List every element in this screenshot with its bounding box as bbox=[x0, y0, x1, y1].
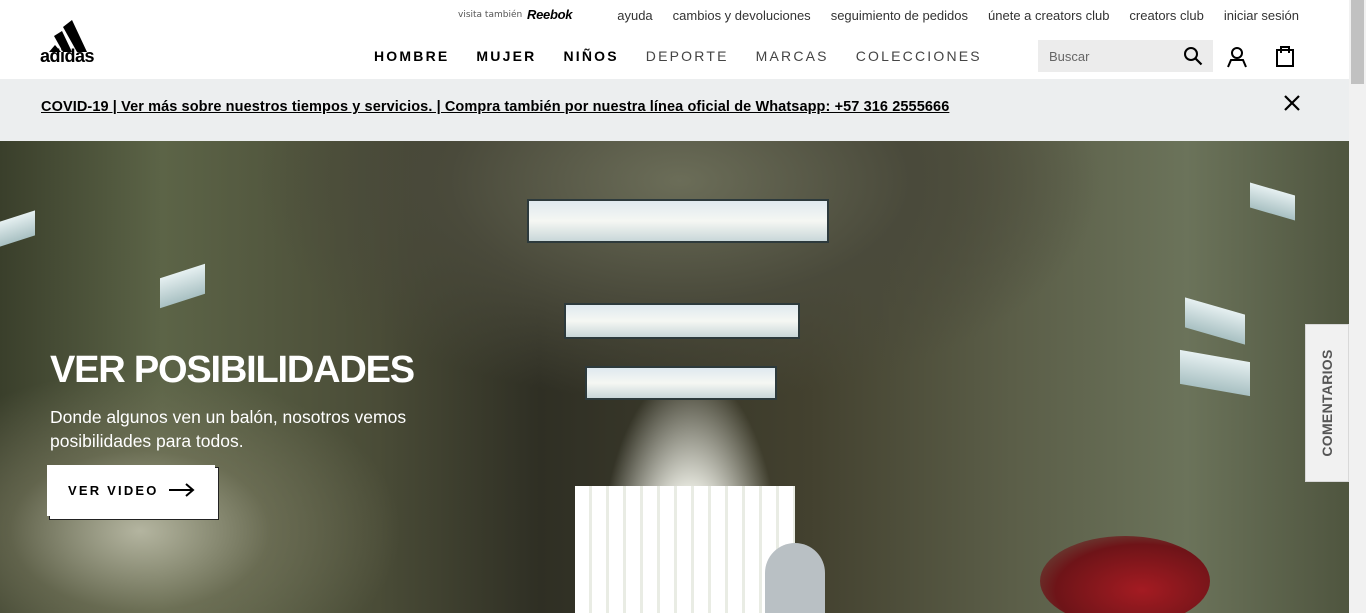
search-input[interactable] bbox=[1038, 40, 1178, 72]
logo-wordmark[interactable]: adidas bbox=[40, 46, 95, 67]
hero-subtitle: Donde algunos ven un balón, nosotros vem… bbox=[50, 407, 407, 451]
nav-hombre[interactable]: HOMBRE bbox=[374, 48, 449, 64]
close-icon[interactable] bbox=[1283, 94, 1301, 112]
hero-video[interactable]: VER POSIBILIDADES Donde algunos ven un b… bbox=[0, 141, 1349, 613]
watch-video-label: VER VIDEO bbox=[68, 483, 159, 498]
side-light bbox=[1185, 297, 1245, 345]
utility-links: ayuda cambios y devoluciones seguimiento… bbox=[617, 8, 1299, 23]
user-icon[interactable] bbox=[1226, 46, 1248, 68]
ceiling-light bbox=[527, 199, 829, 243]
reebok-link[interactable]: Reebok bbox=[527, 7, 572, 22]
nav-colecciones[interactable]: COLECCIONES bbox=[856, 48, 982, 64]
search-box bbox=[1038, 40, 1213, 72]
main-header: adidas HOMBRE MUJER NIÑOS DEPORTE MARCAS… bbox=[0, 20, 1349, 79]
shopping-bag-icon[interactable] bbox=[1275, 44, 1295, 68]
hero-blur-object bbox=[1040, 536, 1210, 613]
ceiling-light bbox=[585, 366, 777, 400]
order-tracking-link[interactable]: seguimiento de pedidos bbox=[831, 8, 968, 23]
side-light bbox=[160, 263, 205, 309]
nav-ninos[interactable]: NIÑOS bbox=[563, 48, 618, 64]
side-light bbox=[1250, 182, 1295, 221]
covid-banner: COVID-19 | Ver más sobre nuestros tiempo… bbox=[0, 79, 1349, 141]
side-light bbox=[1180, 349, 1250, 397]
visit-also-label: visita también bbox=[458, 10, 523, 20]
main-nav: HOMBRE MUJER NIÑOS DEPORTE MARCAS COLECC… bbox=[374, 48, 982, 64]
scrollbar-thumb[interactable] bbox=[1351, 0, 1364, 84]
covid-banner-link[interactable]: COVID-19 | Ver más sobre nuestros tiempo… bbox=[41, 99, 949, 115]
ceiling-light bbox=[564, 303, 800, 339]
page-scrollbar[interactable] bbox=[1349, 0, 1366, 613]
hero-figure bbox=[765, 543, 825, 613]
sign-in-link[interactable]: iniciar sesión bbox=[1224, 8, 1299, 23]
help-link[interactable]: ayuda bbox=[617, 8, 652, 23]
nav-deporte[interactable]: DEPORTE bbox=[646, 48, 729, 64]
creators-club-link[interactable]: creators club bbox=[1129, 8, 1203, 23]
search-icon[interactable] bbox=[1183, 46, 1203, 66]
nav-marcas[interactable]: MARCAS bbox=[756, 48, 829, 64]
watch-video-button[interactable]: VER VIDEO bbox=[47, 465, 215, 516]
returns-link[interactable]: cambios y devoluciones bbox=[673, 8, 811, 23]
feedback-label: COMENTARIOS bbox=[1319, 349, 1335, 457]
hero-title: VER POSIBILIDADES bbox=[50, 349, 415, 391]
utility-bar: visita también Reebok ayuda cambios y de… bbox=[0, 0, 1349, 32]
feedback-tab[interactable]: COMENTARIOS bbox=[1305, 324, 1349, 482]
arrow-right-icon bbox=[169, 483, 195, 497]
join-creators-club-link[interactable]: únete a creators club bbox=[988, 8, 1109, 23]
nav-mujer[interactable]: MUJER bbox=[476, 48, 536, 64]
hallway-window bbox=[575, 486, 795, 613]
side-light bbox=[0, 210, 35, 247]
